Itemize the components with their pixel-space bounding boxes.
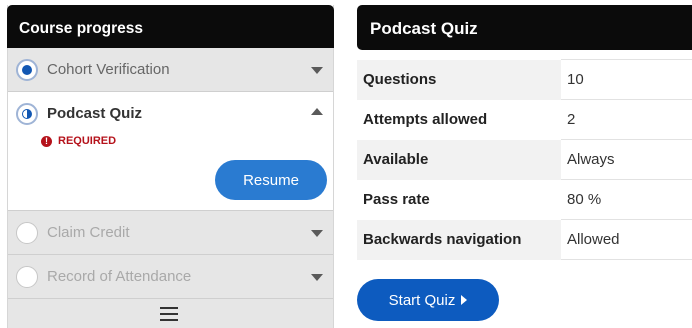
step-record-of-attendance[interactable]: Record of Attendance xyxy=(8,255,333,299)
required-badge: ! REQUIRED xyxy=(41,135,116,147)
table-row: Backwards navigation Allowed xyxy=(357,219,692,260)
row-value: 2 xyxy=(561,99,692,140)
step-podcast-quiz[interactable]: Podcast Quiz ! REQUIRED Resume xyxy=(8,92,333,211)
hamburger-menu-icon[interactable] xyxy=(160,307,178,321)
exclamation-icon: ! xyxy=(41,135,52,147)
row-key: Available xyxy=(357,139,561,180)
step-label: Record of Attendance xyxy=(47,268,192,285)
table-row: Pass rate 80 % xyxy=(357,179,692,220)
start-quiz-label: Start Quiz xyxy=(388,292,456,309)
quiz-details-panel: Podcast Quiz Questions 10 Attempts allow… xyxy=(357,5,692,321)
row-value: Allowed xyxy=(561,219,692,260)
row-key: Pass rate xyxy=(363,191,430,208)
start-quiz-button[interactable]: Start Quiz xyxy=(357,279,499,321)
row-key: Questions xyxy=(357,59,561,100)
sidebar-title: Course progress xyxy=(7,5,334,48)
step-status-empty-icon xyxy=(16,266,38,288)
resume-button[interactable]: Resume xyxy=(215,160,327,200)
step-cohort-verification[interactable]: Cohort Verification xyxy=(8,48,333,92)
quiz-info-table: Questions 10 Attempts allowed 2 Availabl… xyxy=(357,59,692,260)
course-progress-sidebar: Course progress Cohort Verification Podc… xyxy=(7,5,334,328)
table-row: Attempts allowed 2 xyxy=(357,99,692,140)
step-status-current-icon xyxy=(16,59,38,81)
chevron-down-icon[interactable] xyxy=(311,230,323,237)
row-key: Attempts allowed xyxy=(363,111,488,128)
step-status-empty-icon xyxy=(16,222,38,244)
step-status-in-progress-icon xyxy=(16,103,38,125)
step-label: Podcast Quiz xyxy=(47,105,143,122)
step-label: Cohort Verification xyxy=(47,61,170,78)
step-claim-credit[interactable]: Claim Credit xyxy=(8,211,333,255)
chevron-down-icon[interactable] xyxy=(311,274,323,281)
table-row: Available Always xyxy=(357,139,692,180)
table-row: Questions 10 xyxy=(357,59,692,100)
row-value: 80 % xyxy=(561,179,692,220)
row-value: Always xyxy=(561,139,692,180)
chevron-up-icon[interactable] xyxy=(311,108,323,115)
step-label: Claim Credit xyxy=(47,224,130,241)
quiz-title: Podcast Quiz xyxy=(357,5,692,50)
required-label: REQUIRED xyxy=(58,135,117,147)
row-value: 10 xyxy=(561,59,692,100)
row-key: Backwards navigation xyxy=(357,219,561,260)
chevron-down-icon[interactable] xyxy=(311,67,323,74)
play-icon xyxy=(461,295,468,305)
sidebar-footer xyxy=(8,298,333,328)
